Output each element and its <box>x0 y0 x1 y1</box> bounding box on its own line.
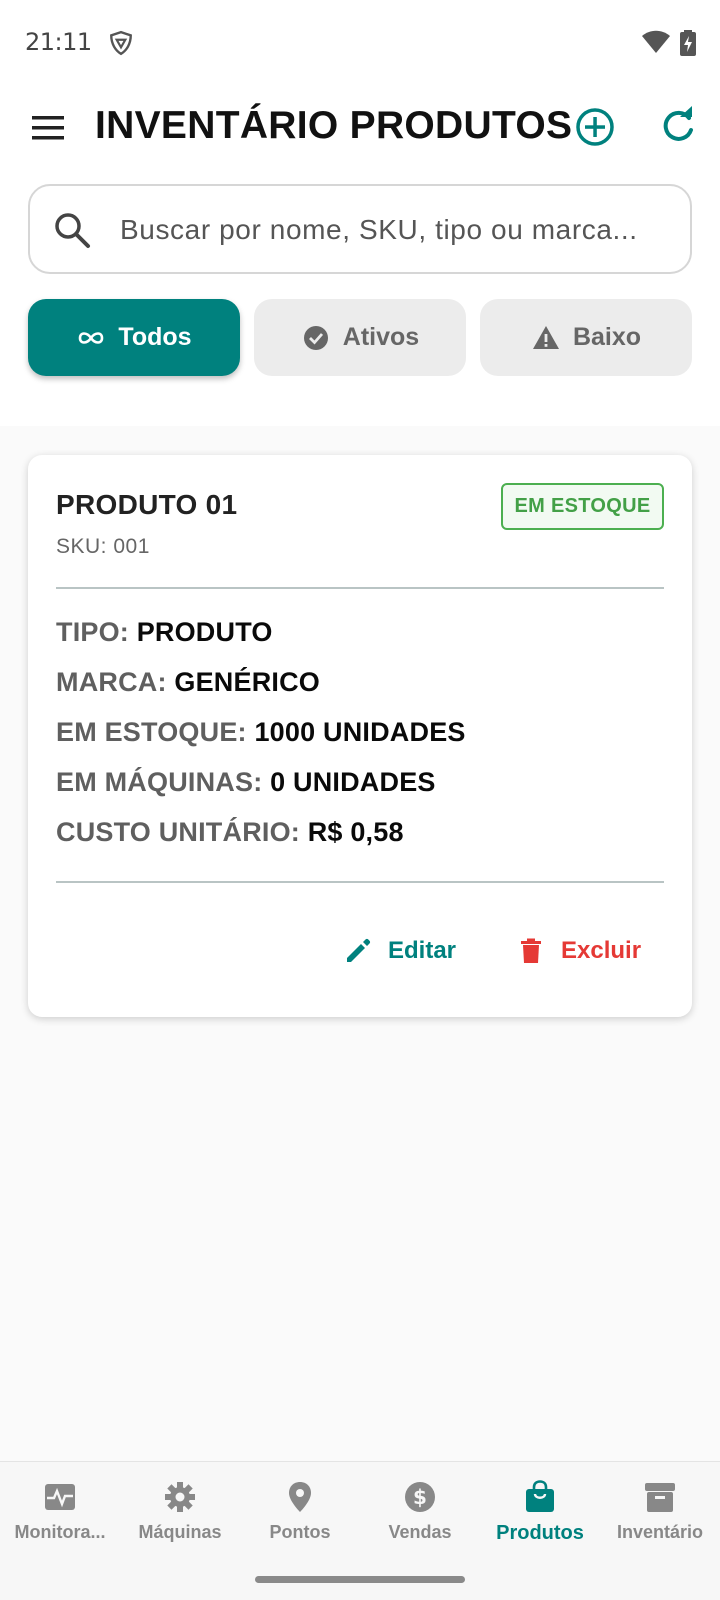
divider <box>56 587 664 589</box>
page-title: INVENTÁRIO PRODUTOS <box>95 104 573 147</box>
infinity-icon <box>79 331 104 344</box>
gear-icon <box>165 1482 195 1512</box>
warning-icon <box>532 325 559 349</box>
product-sku: SKU: 001 <box>56 535 150 558</box>
menu-icon[interactable] <box>30 110 66 146</box>
detail-label: EM ESTOQUE: <box>56 717 247 747</box>
app-bar: INVENTÁRIO PRODUTOS <box>0 84 720 172</box>
battery-icon <box>680 30 696 56</box>
filter-chip-ativos[interactable]: Ativos <box>254 299 466 376</box>
edit-button-label: Editar <box>388 937 457 964</box>
nav-item-monitoramento[interactable]: Monitora... <box>0 1480 120 1560</box>
delete-button[interactable]: Excluir <box>517 929 641 973</box>
shopping-bag-icon <box>526 1480 554 1512</box>
nav-item-pontos[interactable]: Pontos <box>240 1480 360 1560</box>
search-icon <box>55 213 90 248</box>
check-circle-icon <box>303 325 328 350</box>
detail-row-em-maquinas: EM MÁQUINAS: 0 UNIDADES <box>56 767 436 798</box>
nav-label: Vendas <box>388 1522 452 1542</box>
filter-chip-todos[interactable]: Todos <box>28 299 240 376</box>
detail-value: GENÉRICO <box>174 667 321 697</box>
add-circle-icon[interactable] <box>574 106 616 148</box>
filter-chip-label: Ativos <box>342 323 420 351</box>
detail-value: R$ 0,58 <box>307 817 404 847</box>
detail-label: CUSTO UNITÁRIO: <box>56 817 300 847</box>
location-pin-icon <box>289 1482 311 1512</box>
detail-row-marca: MARCA: GENÉRICO <box>56 667 320 698</box>
bottom-navigation: Monitora... Máquinas Pontos $ Vendas Pro… <box>0 1461 720 1600</box>
detail-value: 0 UNIDADES <box>270 767 436 797</box>
filter-chip-label: Todos <box>118 323 192 351</box>
filter-chip-baixo[interactable]: Baixo <box>480 299 692 376</box>
divider <box>56 881 664 883</box>
detail-label: TIPO: <box>56 617 129 647</box>
search-input[interactable] <box>120 206 670 254</box>
dollar-icon: $ <box>405 1482 435 1512</box>
nav-item-produtos[interactable]: Produtos <box>480 1480 600 1560</box>
detail-value: 1000 UNIDADES <box>254 717 466 747</box>
vpn-shield-icon <box>110 30 132 56</box>
pencil-icon <box>347 938 371 962</box>
detail-row-tipo: TIPO: PRODUTO <box>56 617 273 648</box>
archive-icon <box>645 1483 675 1512</box>
nav-label: Pontos <box>269 1522 331 1542</box>
search-box[interactable] <box>28 184 692 274</box>
nav-label: Produtos <box>496 1522 584 1544</box>
status-badge: EM ESTOQUE <box>501 483 664 530</box>
edit-button[interactable]: Editar <box>344 929 456 973</box>
svg-text:$: $ <box>413 1485 427 1509</box>
delete-button-label: Excluir <box>561 937 642 964</box>
detail-label: EM MÁQUINAS: <box>56 767 263 797</box>
refresh-icon[interactable] <box>658 106 698 146</box>
product-card[interactable]: PRODUTO 01 SKU: 001 EM ESTOQUE TIPO: PRO… <box>28 455 692 1017</box>
trash-icon <box>521 938 541 963</box>
status-bar: 21:11 <box>0 0 720 84</box>
status-time: 21:11 <box>25 28 92 56</box>
detail-label: MARCA: <box>56 667 167 697</box>
detail-row-custo-unitario: CUSTO UNITÁRIO: R$ 0,58 <box>56 817 404 848</box>
nav-item-inventario[interactable]: Inventário <box>600 1480 720 1560</box>
detail-row-em-estoque: EM ESTOQUE: 1000 UNIDADES <box>56 717 466 748</box>
filter-chip-label: Baixo <box>572 323 642 351</box>
nav-item-vendas[interactable]: $ Vendas <box>360 1480 480 1560</box>
nav-item-maquinas[interactable]: Máquinas <box>120 1480 240 1560</box>
nav-label: Inventário <box>616 1522 704 1542</box>
activity-icon <box>45 1484 75 1510</box>
home-indicator <box>255 1576 465 1583</box>
nav-label: Máquinas <box>138 1522 222 1542</box>
nav-label: Monitora... <box>14 1522 106 1542</box>
wifi-icon <box>642 30 670 53</box>
detail-value: PRODUTO <box>136 617 273 647</box>
product-name: PRODUTO 01 <box>56 489 238 520</box>
